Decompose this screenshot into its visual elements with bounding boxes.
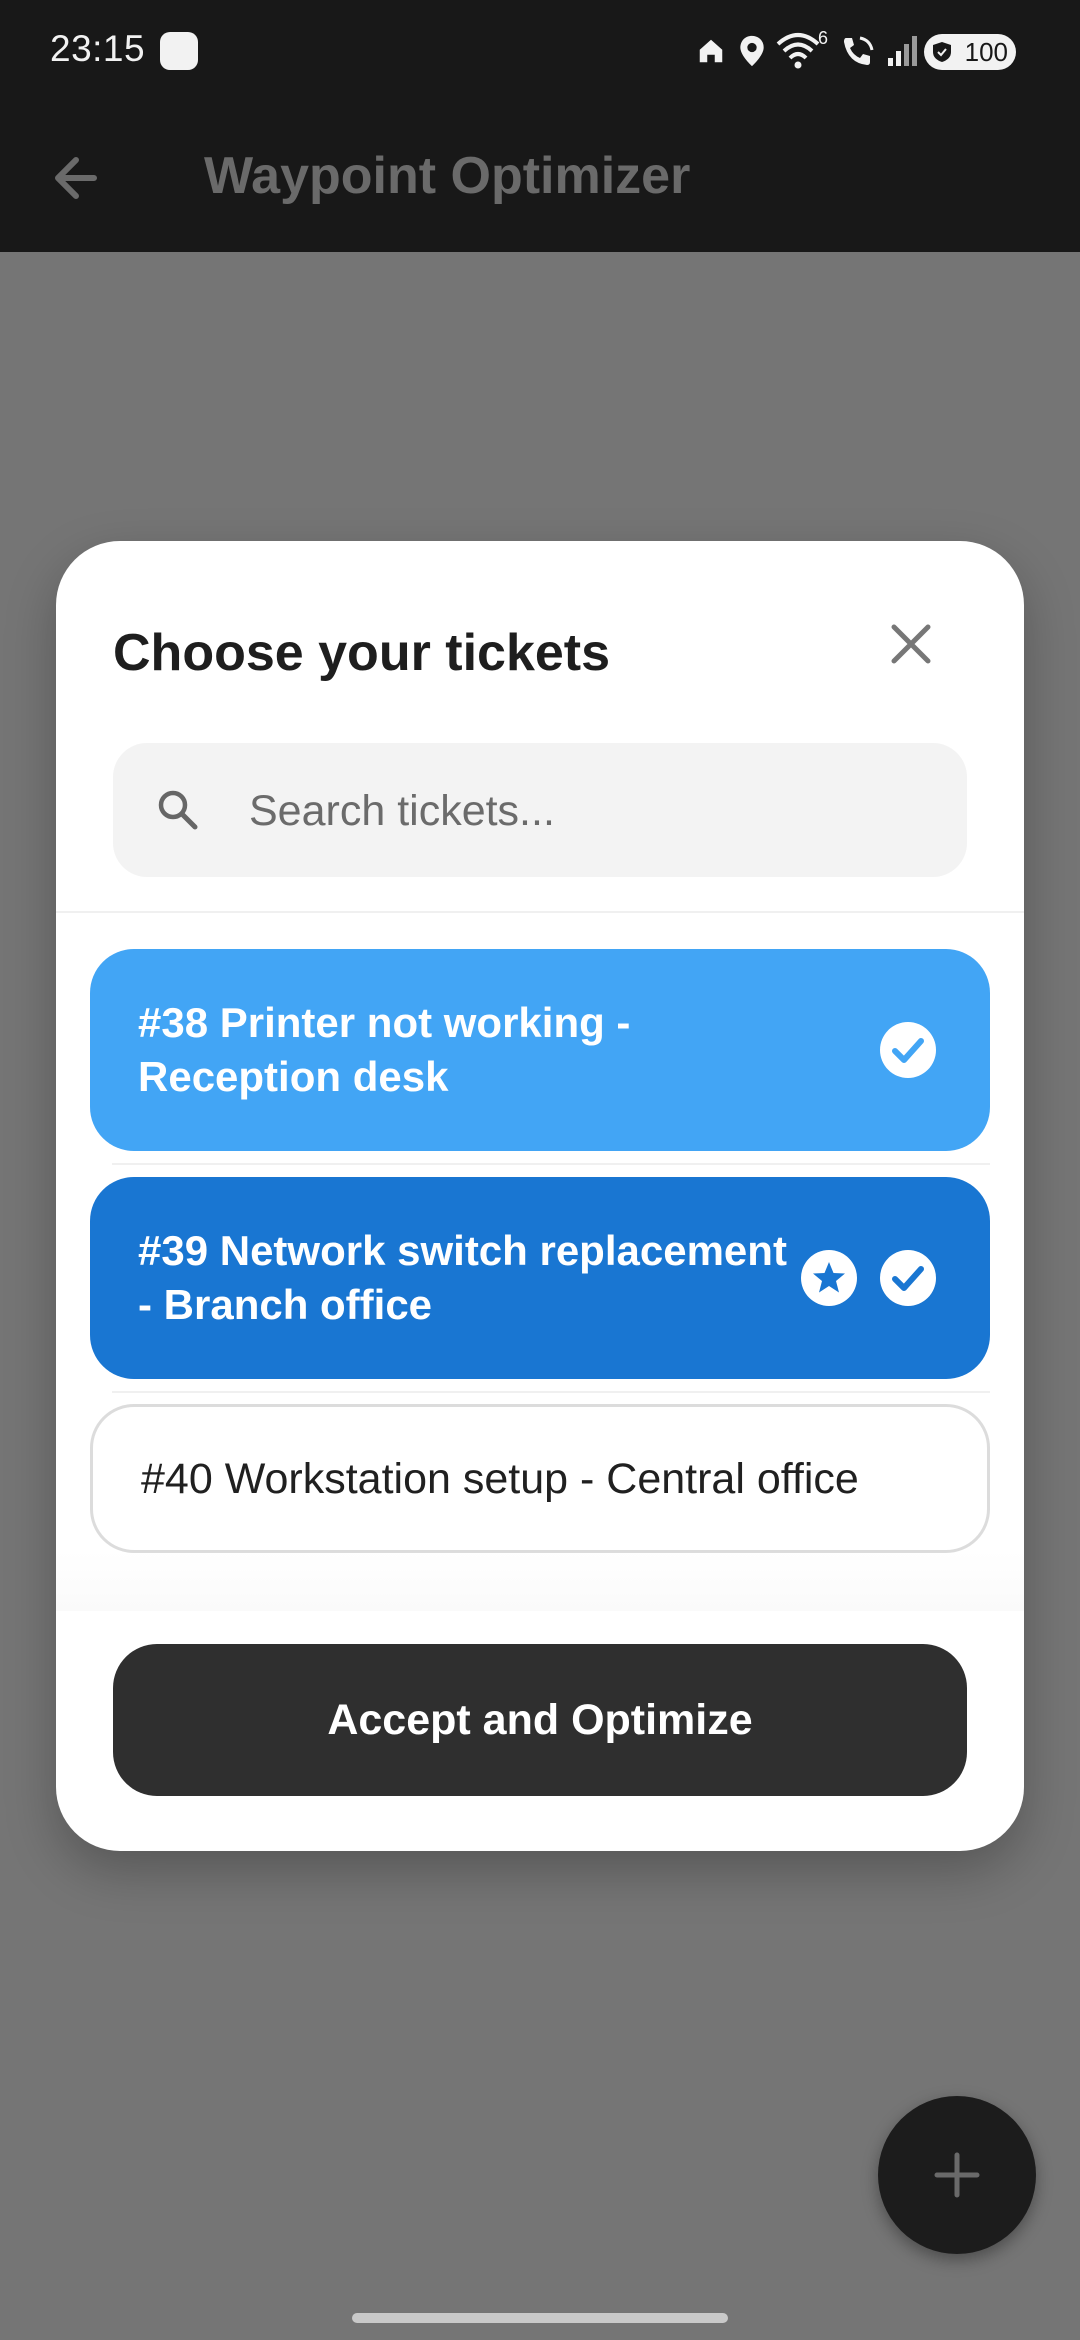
ticket-label: #40 Workstation setup - Central office bbox=[141, 1454, 859, 1503]
battery-icon: 100 bbox=[924, 34, 1016, 70]
dialog-title: Choose your tickets bbox=[113, 624, 611, 682]
status-icons: 6 bbox=[660, 28, 1080, 74]
search-icon bbox=[158, 790, 198, 830]
star-icon[interactable] bbox=[801, 1250, 857, 1306]
close-icon bbox=[891, 624, 931, 664]
back-button[interactable] bbox=[40, 138, 120, 218]
wifi-icon bbox=[776, 33, 820, 69]
ticket-label: #38 Printer not working - Reception desk bbox=[138, 999, 631, 1100]
app-title: Waypoint Optimizer bbox=[204, 147, 691, 205]
home-indicator[interactable] bbox=[352, 2313, 728, 2323]
add-fab-button[interactable] bbox=[878, 2096, 1036, 2254]
divider bbox=[112, 1391, 990, 1393]
ticket-label: #39 Network switch replacement - Branch … bbox=[138, 1227, 787, 1328]
close-button[interactable] bbox=[876, 609, 946, 679]
ticket-item-39[interactable]: #39 Network switch replacement - Branch … bbox=[90, 1177, 990, 1379]
arrow-left-icon bbox=[55, 157, 97, 199]
accept-optimize-button[interactable]: Accept and Optimize bbox=[113, 1644, 967, 1796]
location-icon bbox=[740, 35, 764, 67]
wifi-badge: 6 bbox=[818, 28, 829, 48]
ticket-item-40[interactable]: #40 Workstation setup - Central office bbox=[90, 1404, 990, 1553]
search-input[interactable] bbox=[247, 773, 931, 849]
list-fade bbox=[56, 1551, 1024, 1611]
check-icon bbox=[880, 1250, 936, 1306]
signal-icon bbox=[888, 36, 917, 66]
notification-icon bbox=[160, 32, 198, 70]
home-icon bbox=[699, 39, 723, 63]
ticket-item-38[interactable]: #38 Printer not working - Reception desk bbox=[90, 949, 990, 1151]
plus-icon bbox=[934, 2152, 980, 2198]
divider bbox=[56, 911, 1024, 913]
status-bar: 23:15 6 100 bbox=[0, 0, 1080, 102]
app-bar: Waypoint Optimizer bbox=[0, 102, 1080, 252]
check-icon bbox=[880, 1022, 936, 1078]
search-box[interactable] bbox=[113, 743, 967, 877]
status-time: 23:15 bbox=[50, 28, 146, 69]
divider bbox=[112, 1163, 990, 1165]
battery-level: 100 bbox=[964, 37, 1008, 67]
wifi-calling-icon bbox=[844, 36, 874, 65]
ticket-picker-dialog: Choose your tickets #38 Printer not work… bbox=[56, 541, 1024, 1851]
